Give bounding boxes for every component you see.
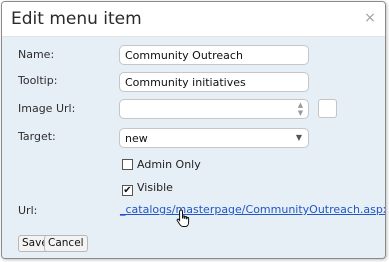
url-link[interactable]: _catalogs/masterpage/CommunityOutreach.a… <box>120 203 385 216</box>
tooltip-input[interactable]: Community initiatives <box>119 72 309 92</box>
dialog-titlebar: Edit menu item × <box>2 2 385 37</box>
close-icon[interactable]: × <box>363 11 377 25</box>
admin-only-checkbox[interactable] <box>122 159 133 170</box>
url-label: Url: <box>18 204 38 217</box>
image-picker-button[interactable] <box>318 99 337 118</box>
image-url-label: Image Url: <box>18 102 76 115</box>
tooltip-label: Tooltip: <box>18 74 58 87</box>
visible-row[interactable]: ✔ Visible <box>122 181 173 196</box>
cancel-button[interactable]: Cancel <box>44 235 88 252</box>
hand-pointer-icon <box>176 209 190 227</box>
image-url-input[interactable]: ▲ ▼ <box>119 99 309 119</box>
visible-checkbox[interactable]: ✔ <box>122 185 133 196</box>
name-label: Name: <box>18 48 55 61</box>
dialog-title: Edit menu item <box>11 9 142 29</box>
admin-only-label: Admin Only <box>137 158 201 171</box>
name-input[interactable]: Community Outreach <box>119 45 309 65</box>
visible-label: Visible <box>137 181 173 194</box>
target-selected-value: new <box>125 132 148 145</box>
spinner-arrows-icon[interactable]: ▲ ▼ <box>296 101 305 117</box>
target-label: Target: <box>18 130 56 143</box>
edit-menu-item-dialog: Edit menu item × Name: Community Outreac… <box>1 1 386 259</box>
dialog-body: Name: Community Outreach Tooltip: Commun… <box>2 37 385 258</box>
target-select[interactable]: new ▼ <box>119 128 309 148</box>
admin-only-row[interactable]: Admin Only <box>122 158 201 171</box>
chevron-down-icon: ▼ <box>295 133 302 142</box>
